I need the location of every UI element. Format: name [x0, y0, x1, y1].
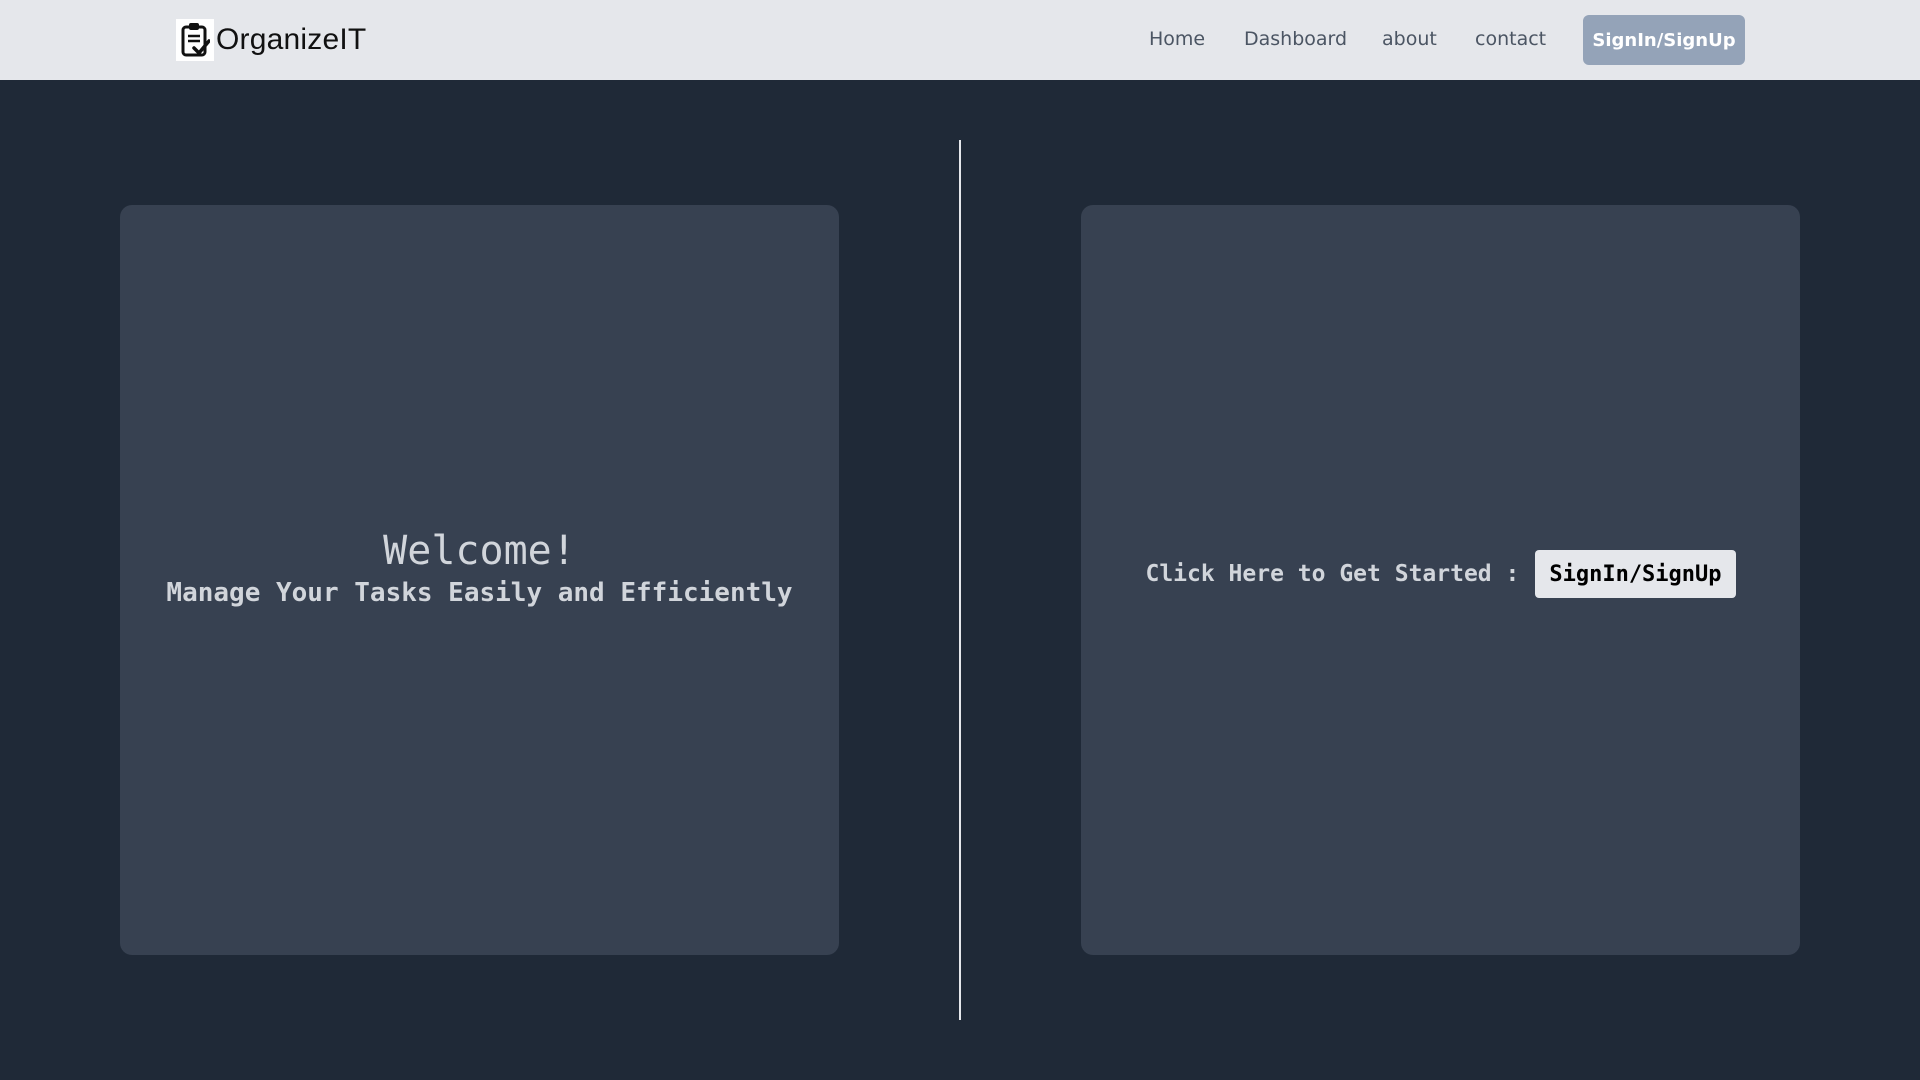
get-started-prompt: Click Here to Get Started :	[1145, 561, 1520, 587]
brand-logo-link[interactable]: OrganizeIT	[176, 18, 366, 62]
nav-link-home[interactable]: Home	[1149, 28, 1205, 50]
welcome-panel: Welcome! Manage Your Tasks Easily and Ef…	[120, 205, 839, 955]
navbar: OrganizeIT Home Dashboard about contact …	[0, 0, 1920, 80]
nav-link-contact[interactable]: contact	[1475, 28, 1546, 50]
get-started-content: Click Here to Get Started : SignIn/SignU…	[1081, 205, 1800, 955]
nav-link-dashboard[interactable]: Dashboard	[1244, 28, 1347, 50]
welcome-content: Welcome! Manage Your Tasks Easily and Ef…	[120, 205, 839, 955]
nav-link-about[interactable]: about	[1382, 28, 1437, 50]
vertical-divider	[959, 140, 961, 1020]
brand-name: OrganizeIT	[216, 23, 367, 56]
welcome-title: Welcome!	[383, 528, 576, 574]
signin-signup-nav-button[interactable]: SignIn/SignUp	[1583, 15, 1745, 65]
signin-signup-cta-button[interactable]: SignIn/SignUp	[1535, 550, 1736, 598]
clipboard-check-icon	[176, 19, 214, 61]
get-started-panel: Click Here to Get Started : SignIn/SignU…	[1081, 205, 1800, 955]
welcome-subtitle: Manage Your Tasks Easily and Efficiently	[166, 578, 793, 608]
